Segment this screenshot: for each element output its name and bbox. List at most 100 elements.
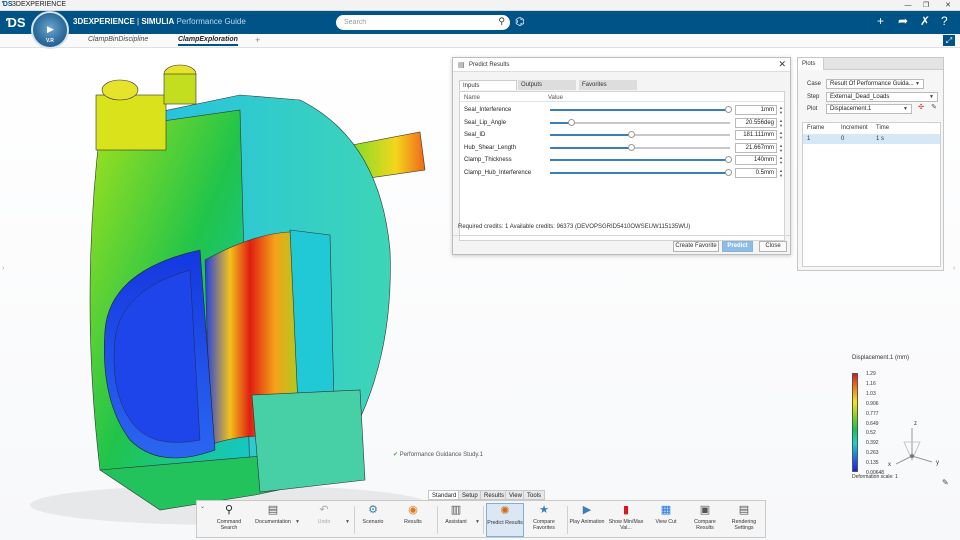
expand-icon[interactable]: ⤢: [943, 35, 955, 46]
help-icon[interactable]: ?: [941, 14, 948, 28]
param-slider[interactable]: [550, 106, 732, 113]
predict-results-button[interactable]: ✺ Predict Results: [486, 503, 524, 537]
close-window-button[interactable]: ✕: [940, 0, 956, 11]
study-label[interactable]: ✔ Performance Guidance Study.1: [393, 451, 483, 458]
right-panel-arrow-icon[interactable]: ‹: [953, 265, 955, 272]
dialog-titlebar[interactable]: ▤ Predict Results ✕: [453, 58, 790, 72]
plot-label: Plot: [807, 106, 818, 112]
compare-results-button[interactable]: ▣ Compare Results: [686, 503, 724, 537]
case-select[interactable]: Result Of Performance Guida... ▼: [826, 79, 924, 89]
param-value-field[interactable]: 140mm: [735, 155, 777, 166]
toolbar-tab-results[interactable]: Results: [480, 490, 509, 500]
plot-settings-icon[interactable]: ✣: [916, 103, 926, 113]
credits-text: Required credits: 1 Available credits: 9…: [458, 224, 691, 230]
assistant-icon: ▥: [450, 504, 462, 516]
scenario-button[interactable]: ⚙ Scenario: [354, 503, 392, 537]
legend-tick: 1.29: [866, 371, 876, 377]
predict-icon: ✺: [500, 505, 510, 517]
slider-handle[interactable]: [627, 143, 635, 151]
add-tab-button[interactable]: +: [255, 35, 260, 45]
close-button[interactable]: Close: [759, 241, 787, 252]
predict-button[interactable]: Predict: [722, 241, 753, 252]
undo-button[interactable]: ↶ Undo: [305, 503, 343, 537]
param-name: Seal_ID: [464, 132, 486, 139]
slider-fill: [550, 109, 729, 111]
clamp-model[interactable]: [0, 48, 460, 540]
col-increment: Increment: [841, 125, 868, 131]
compass-widget[interactable]: ▶ V.R: [31, 11, 69, 49]
triad-icon: [895, 428, 933, 465]
tab-plots[interactable]: Plots: [798, 58, 824, 70]
collapse-icon[interactable]: ⌄: [200, 503, 205, 510]
table-row[interactable]: 1 0 1 s: [803, 134, 940, 144]
window-titlebar: ƊS 3DEXPERIENCE — ❐ ✕: [0, 0, 960, 11]
tab-clampexploration[interactable]: ClampExploration: [178, 36, 238, 46]
tab-favorites[interactable]: Favorites: [579, 80, 637, 90]
axis-z-label: z: [914, 421, 917, 427]
plot-select[interactable]: Displacement.1 ▼: [826, 104, 912, 114]
param-value-field[interactable]: 0.5mm: [735, 168, 777, 178]
step-select[interactable]: External_Dead_Loads ▼: [826, 92, 938, 102]
tab-outputs[interactable]: Outputs: [518, 80, 576, 90]
col-frame: Frame: [807, 125, 825, 131]
minimize-button[interactable]: —: [900, 0, 916, 11]
spinner-icon[interactable]: ▲ ▼: [778, 130, 784, 140]
toolbar-divider: [483, 506, 484, 534]
spinner-icon[interactable]: ▲ ▼: [778, 143, 784, 153]
toolbar-tab-standard[interactable]: Standard: [428, 490, 461, 500]
param-slider[interactable]: [550, 156, 732, 164]
slider-handle[interactable]: [724, 156, 732, 164]
search-box[interactable]: ⚲: [336, 15, 510, 30]
spinner-icon[interactable]: ▲ ▼: [778, 105, 784, 115]
share-icon[interactable]: ➦: [898, 14, 908, 28]
param-value-field[interactable]: 1mm: [735, 105, 777, 115]
param-value-field[interactable]: 181.111mm: [735, 130, 777, 141]
chevron-down-icon: ▼: [929, 94, 934, 100]
show-minmax-button[interactable]: ▮ Show Min/Max Val...: [607, 503, 645, 537]
edit-icon[interactable]: ✎: [929, 103, 939, 113]
plots-tabbar: Plots: [798, 58, 943, 70]
dialog-close-icon[interactable]: ✕: [778, 59, 786, 70]
tools-icon[interactable]: ✗: [920, 14, 930, 28]
slider-handle[interactable]: [724, 169, 732, 176]
toolbar-tab-tools[interactable]: Tools: [523, 490, 546, 500]
results-button[interactable]: ◉ Results: [394, 503, 432, 537]
ds-logo-icon: ƊS: [2, 1, 13, 8]
play-animation-button[interactable]: ▶ Play Animation: [568, 503, 606, 537]
param-slider[interactable]: [550, 131, 730, 139]
param-slider[interactable]: [550, 118, 730, 126]
add-icon[interactable]: +: [877, 14, 884, 28]
tab-clampbindiscipline[interactable]: ClampBinDiscipline: [88, 36, 148, 43]
tag-icon[interactable]: ⌬: [515, 15, 525, 28]
slider-handle[interactable]: [627, 131, 635, 139]
param-value-field[interactable]: 20.556deg: [735, 117, 777, 128]
tab-inputs[interactable]: Inputs: [459, 80, 517, 90]
param-slider[interactable]: [550, 143, 730, 151]
chevron-down-icon[interactable]: ▼: [475, 519, 480, 525]
axis-triad[interactable]: z x y: [884, 420, 944, 472]
slider-handle[interactable]: [724, 106, 732, 113]
toolbar-tab-setup[interactable]: Setup: [458, 490, 482, 500]
param-slider[interactable]: [550, 169, 732, 176]
maximize-button[interactable]: ❐: [918, 0, 934, 11]
documentation-button[interactable]: ▤ Documentation: [252, 503, 294, 537]
slider-handle[interactable]: [568, 118, 576, 126]
pin-icon[interactable]: ✎: [942, 478, 949, 487]
spinner-icon[interactable]: ▲ ▼: [778, 118, 784, 128]
command-search-button[interactable]: ⚲ Command Search: [210, 503, 248, 537]
search-input[interactable]: [344, 17, 484, 28]
spinner-icon[interactable]: ▲ ▼: [778, 155, 784, 165]
compare-favorites-button[interactable]: ★ Compare Favorites: [525, 503, 563, 537]
chevron-down-icon[interactable]: ▼: [345, 519, 350, 525]
assistant-button[interactable]: ▥ Assistant: [437, 503, 475, 537]
chevron-down-icon[interactable]: ▼: [295, 519, 300, 525]
rendering-settings-button[interactable]: ▤ Rendering Settings: [725, 503, 763, 537]
spinner-icon[interactable]: ▲ ▼: [778, 168, 784, 178]
create-favorite-button[interactable]: Create Favorite: [673, 241, 719, 252]
view-cut-button[interactable]: ▦ View Cut: [647, 503, 685, 537]
search-icon[interactable]: ⚲: [498, 16, 505, 27]
table-row: Seal_ID 181.111mm ▲ ▼: [460, 129, 784, 141]
minmax-icon: ▮: [622, 504, 630, 516]
param-value-field[interactable]: 21.667mm: [735, 142, 777, 153]
left-panel-arrow-icon[interactable]: ›: [2, 265, 4, 272]
